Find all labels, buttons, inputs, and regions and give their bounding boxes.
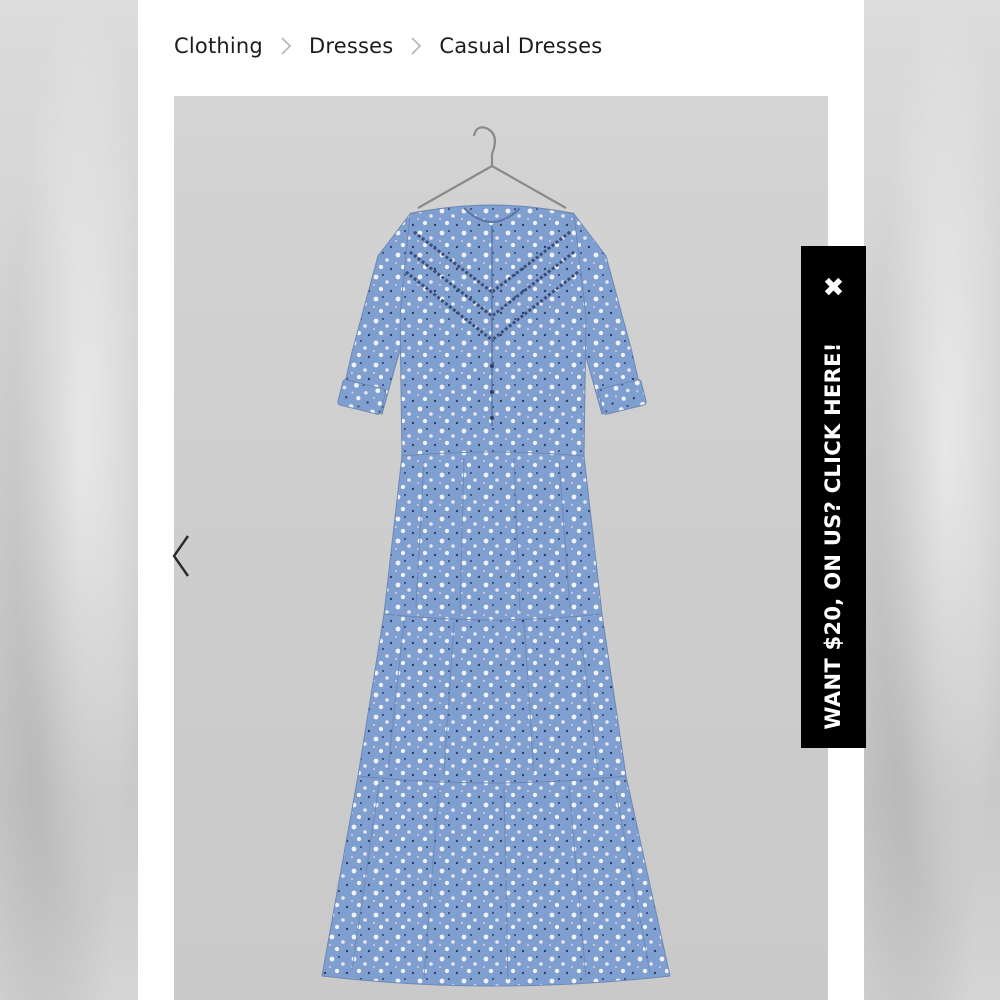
dress-illustration <box>321 126 671 987</box>
chevron-left-icon[interactable] <box>170 530 194 582</box>
chevron-right-icon <box>281 37 292 55</box>
product-image[interactable] <box>174 96 828 1000</box>
blurred-background-right <box>864 0 1000 1000</box>
chevron-right-icon <box>411 37 422 55</box>
promo-label: WANT $20, ON US? CLICK HERE! <box>821 342 845 730</box>
close-icon[interactable]: ✖ <box>801 268 866 308</box>
promo-tab[interactable]: ✖ WANT $20, ON US? CLICK HERE! <box>801 246 866 748</box>
blurred-background-left <box>0 0 138 1000</box>
breadcrumb: Clothing Dresses Casual Dresses <box>174 30 602 62</box>
breadcrumb-clothing[interactable]: Clothing <box>174 34 263 58</box>
hanger <box>409 126 575 216</box>
breadcrumb-casual-dresses[interactable]: Casual Dresses <box>439 34 602 58</box>
product-page: Clothing Dresses Casual Dresses <box>138 0 864 1000</box>
breadcrumb-dresses[interactable]: Dresses <box>309 34 393 58</box>
